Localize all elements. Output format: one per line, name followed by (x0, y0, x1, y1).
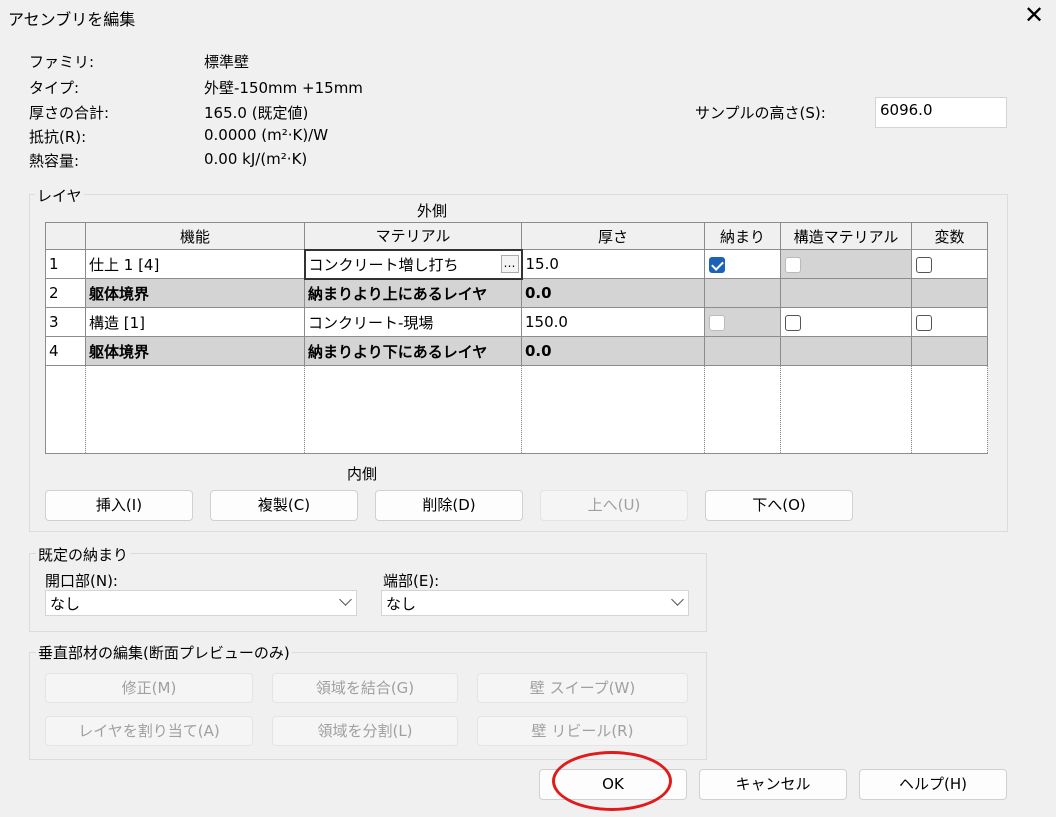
insert-button[interactable]: 挿入(I) (45, 490, 193, 521)
move-down-button[interactable]: 下へ(O) (705, 490, 853, 521)
layers-header-row: 機能 マテリアル 厚さ 納まり 構造マテリアル 変数 (45, 222, 988, 250)
variable-checkbox[interactable] (916, 314, 932, 331)
material-cell[interactable]: コンクリート-現場 (304, 307, 522, 337)
table-row[interactable]: 1 仕上 1 [4] コンクリート増し打ち … 15.0 (45, 248, 988, 280)
empty-row (45, 365, 988, 454)
wraps-cell (704, 278, 781, 308)
row-number[interactable]: 4 (45, 336, 86, 366)
at-ends-select[interactable]: なし (381, 590, 689, 616)
structural-material-cell[interactable] (780, 307, 912, 337)
chevron-down-icon (671, 593, 684, 606)
default-wrapping-title: 既定の納まり (36, 544, 131, 565)
family-label: ファミリ: (29, 53, 95, 71)
thermal-mass-label: 熱容量: (29, 152, 80, 170)
structural-material-checkbox[interactable] (785, 314, 801, 331)
wraps-cell[interactable] (704, 249, 781, 279)
header-material[interactable]: マテリアル (304, 222, 522, 250)
chevron-down-icon (339, 593, 352, 606)
sample-height-input[interactable]: 6096.0 (875, 97, 1007, 128)
row-number[interactable]: 3 (45, 307, 86, 337)
wall-sweeps-button: 壁 スイープ(W) (477, 673, 688, 703)
thickness-cell: 0.0 (521, 278, 705, 308)
material-cell: 納まりより上にあるレイヤ (304, 278, 522, 308)
ok-button[interactable]: OK (539, 769, 687, 800)
header-thickness[interactable]: 厚さ (521, 222, 705, 250)
total-thickness-label: 厚さの合計: (29, 104, 110, 122)
variable-cell[interactable] (911, 307, 988, 337)
thermal-mass-value: 0.00 kJ/(m²·K) (204, 150, 308, 168)
close-icon[interactable]: ✕ (1022, 3, 1046, 28)
wraps-cell (704, 307, 781, 337)
split-region-button: 領域を分割(L) (272, 716, 458, 746)
function-cell: 躯体境界 (85, 336, 305, 366)
row-number[interactable]: 1 (45, 249, 86, 279)
exterior-side-label: 外側 (417, 202, 448, 220)
at-inserts-label: 開口部(N): (45, 572, 118, 590)
browse-material-button[interactable]: … (500, 254, 519, 273)
wraps-checkbox[interactable] (709, 256, 725, 273)
row-number[interactable]: 2 (45, 278, 86, 308)
function-cell: 躯体境界 (85, 278, 305, 308)
move-up-button: 上へ(U) (540, 490, 688, 521)
header-function[interactable]: 機能 (85, 222, 305, 250)
variable-checkbox[interactable] (916, 256, 932, 273)
header-rownum (45, 222, 86, 250)
header-wraps[interactable]: 納まり (704, 222, 781, 250)
window-title: アセンブリを編集 (8, 10, 136, 29)
thickness-cell[interactable]: 15.0 (521, 249, 705, 279)
layers-group-title: レイヤ (35, 185, 84, 206)
merge-regions-button: 領域を結合(G) (272, 673, 458, 703)
material-cell: 納まりより下にあるレイヤ (304, 336, 522, 366)
type-value: 外壁-150mm +15mm (204, 79, 363, 97)
at-inserts-value: なし (50, 595, 81, 613)
function-cell[interactable]: 構造 [1] (85, 307, 305, 337)
function-cell[interactable]: 仕上 1 [4] (85, 249, 305, 279)
help-button[interactable]: ヘルプ(H) (859, 769, 1007, 800)
structural-material-cell (780, 336, 912, 366)
sample-height-label: サンプルの高さ(S): (695, 104, 826, 122)
material-value: コンクリート増し打ち (308, 255, 459, 274)
wall-reveals-button: 壁 リビール(R) (477, 716, 688, 746)
table-row[interactable]: 3 構造 [1] コンクリート-現場 150.0 (45, 307, 988, 337)
structural-material-checkbox (785, 256, 801, 273)
thickness-cell: 0.0 (521, 336, 705, 366)
at-ends-value: なし (386, 595, 417, 613)
header-structural-material[interactable]: 構造マテリアル (780, 222, 912, 250)
duplicate-button[interactable]: 複製(C) (210, 490, 358, 521)
resistance-label: 抵抗(R): (29, 128, 87, 146)
structural-material-cell (780, 249, 912, 279)
at-inserts-select[interactable]: なし (45, 590, 357, 616)
header-variable[interactable]: 変数 (911, 222, 988, 250)
variable-cell (911, 336, 988, 366)
modify-button: 修正(M) (45, 673, 253, 703)
at-ends-label: 端部(E): (383, 572, 440, 590)
interior-side-label: 内側 (347, 465, 378, 483)
assign-layers-button: レイヤを割り当て(A) (45, 716, 253, 746)
family-value: 標準壁 (204, 53, 250, 71)
layers-table: 機能 マテリアル 厚さ 納まり 構造マテリアル 変数 1 仕上 1 [4] コン… (45, 222, 988, 454)
variable-cell (911, 278, 988, 308)
type-label: タイプ: (29, 79, 80, 97)
material-cell[interactable]: コンクリート増し打ち … (303, 248, 523, 280)
vertical-structure-title: 垂直部材の編集(断面プレビューのみ) (36, 642, 292, 663)
delete-button[interactable]: 削除(D) (375, 490, 523, 521)
variable-cell[interactable] (911, 249, 988, 279)
total-thickness-value: 165.0 (既定値) (204, 104, 309, 122)
table-row[interactable]: 4 躯体境界 納まりより下にあるレイヤ 0.0 (45, 336, 988, 366)
thickness-cell[interactable]: 150.0 (521, 307, 705, 337)
structural-material-cell (780, 278, 912, 308)
wraps-cell (704, 336, 781, 366)
table-row[interactable]: 2 躯体境界 納まりより上にあるレイヤ 0.0 (45, 278, 988, 308)
cancel-button[interactable]: キャンセル (699, 769, 847, 800)
resistance-value: 0.0000 (m²·K)/W (204, 126, 329, 144)
wraps-checkbox (709, 314, 725, 331)
